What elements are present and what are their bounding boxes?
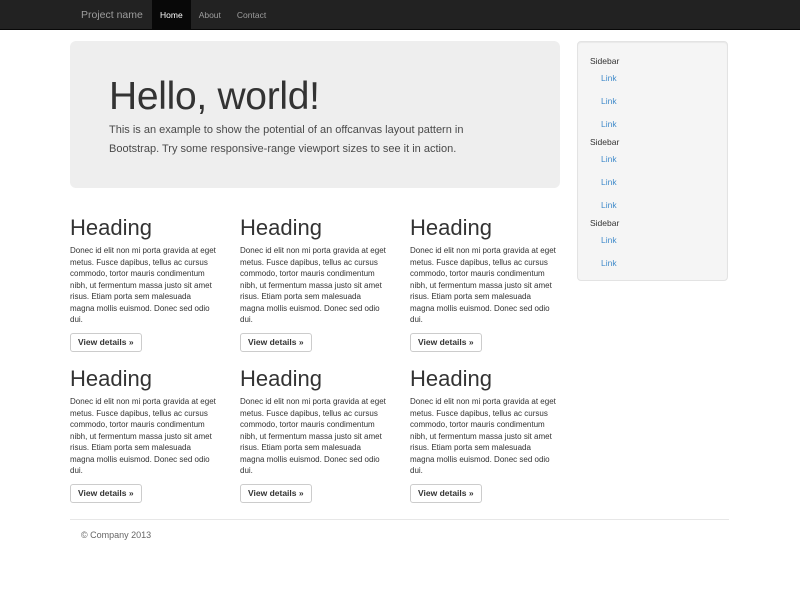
card-body-text: Donec id elit non mi porta gravida at eg… [410, 245, 565, 326]
brand-link[interactable]: Project name [81, 0, 143, 30]
card-body-text: Donec id elit non mi porta gravida at eg… [240, 245, 395, 326]
content-card: Heading Donec id elit non mi porta gravi… [240, 216, 395, 352]
nav-item-home[interactable]: Home [152, 0, 191, 30]
nav-item-about[interactable]: About [191, 0, 229, 30]
view-details-button[interactable]: View details » [240, 333, 312, 352]
sidebar-group-title: Sidebar [578, 136, 727, 148]
card-heading: Heading [410, 216, 565, 240]
page: Project name Home About Contact Hello, w… [0, 0, 800, 600]
sidebar-group-2: Sidebar Link Link Link [578, 136, 727, 217]
nav-item-contact[interactable]: Contact [229, 0, 274, 30]
jumbotron-title: Hello, world! [109, 77, 522, 117]
footer-copyright: © Company 2013 [81, 530, 151, 540]
content-card: Heading Donec id elit non mi porta gravi… [70, 216, 225, 352]
sidebar-group-title: Sidebar [578, 55, 727, 67]
card-body-text: Donec id elit non mi porta gravida at eg… [410, 396, 565, 477]
view-details-button[interactable]: View details » [240, 484, 312, 503]
sidebar-link[interactable]: Link [578, 118, 727, 130]
sidebar-link[interactable]: Link [578, 257, 727, 269]
sidebar-group-3: Sidebar Link Link [578, 217, 727, 275]
sidebar-link[interactable]: Link [578, 176, 727, 188]
view-details-button[interactable]: View details » [70, 333, 142, 352]
content-card: Heading Donec id elit non mi porta gravi… [410, 367, 565, 503]
navbar: Project name Home About Contact [0, 0, 800, 30]
content-row-1: Heading Donec id elit non mi porta gravi… [70, 216, 566, 352]
sidebar-link[interactable]: Link [578, 95, 727, 107]
sidebar-group-title: Sidebar [578, 217, 727, 229]
jumbotron-text: This is an example to show the potential… [109, 121, 522, 159]
sidebar-link[interactable]: Link [578, 153, 727, 165]
view-details-button[interactable]: View details » [410, 333, 482, 352]
content-card: Heading Donec id elit non mi porta gravi… [410, 216, 565, 352]
footer-divider [70, 519, 729, 520]
content-card: Heading Donec id elit non mi porta gravi… [70, 367, 225, 503]
sidebar: Sidebar Link Link Link Sidebar Link Link… [577, 41, 728, 281]
view-details-button[interactable]: View details » [70, 484, 142, 503]
sidebar-link[interactable]: Link [578, 234, 727, 246]
card-body-text: Donec id elit non mi porta gravida at eg… [240, 396, 395, 477]
card-heading: Heading [240, 367, 395, 391]
sidebar-link[interactable]: Link [578, 72, 727, 84]
card-heading: Heading [410, 367, 565, 391]
card-body-text: Donec id elit non mi porta gravida at eg… [70, 245, 225, 326]
jumbotron: Hello, world! This is an example to show… [70, 41, 560, 188]
navbar-menu: Home About Contact [152, 0, 274, 30]
sidebar-group-1: Sidebar Link Link Link [578, 55, 727, 136]
card-heading: Heading [240, 216, 395, 240]
sidebar-link[interactable]: Link [578, 199, 727, 211]
card-heading: Heading [70, 216, 225, 240]
content-row-2: Heading Donec id elit non mi porta gravi… [70, 367, 566, 503]
view-details-button[interactable]: View details » [410, 484, 482, 503]
card-body-text: Donec id elit non mi porta gravida at eg… [70, 396, 225, 477]
content-card: Heading Donec id elit non mi porta gravi… [240, 367, 395, 503]
card-heading: Heading [70, 367, 225, 391]
